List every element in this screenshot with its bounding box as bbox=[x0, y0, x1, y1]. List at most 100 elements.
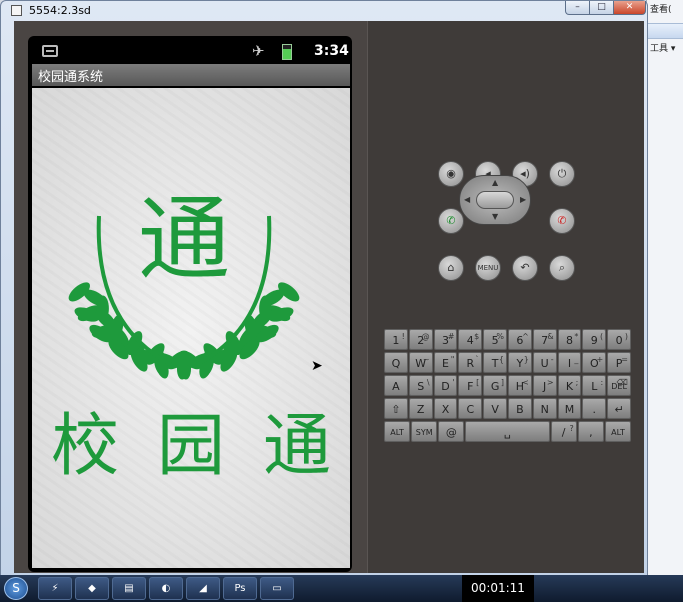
key[interactable]: Y} bbox=[507, 352, 532, 373]
key[interactable]: Q bbox=[384, 352, 408, 373]
taskbar-item[interactable]: ◆ bbox=[75, 577, 109, 600]
key[interactable]: R ` bbox=[458, 352, 483, 373]
window-icon bbox=[11, 5, 22, 16]
key[interactable]: H < bbox=[507, 375, 532, 396]
key[interactable]: J > bbox=[532, 375, 557, 396]
key[interactable]: I _ bbox=[557, 352, 582, 373]
dpad-right-icon[interactable]: ▶ bbox=[520, 195, 526, 204]
emulator-window: 5554:2.3sd – □ ✕ ✈ 3:34 校园通系统 通 校 园 通 ◉ … bbox=[0, 0, 648, 576]
key[interactable]: V bbox=[483, 398, 507, 419]
key[interactable]: 1! bbox=[384, 329, 408, 350]
key[interactable]: ⇧ bbox=[384, 398, 408, 419]
camera-icon[interactable]: ◉ bbox=[438, 161, 464, 187]
key[interactable]: 5% bbox=[483, 329, 507, 350]
airplane-icon: ✈ bbox=[252, 42, 265, 60]
key[interactable]: 3 # bbox=[433, 329, 458, 350]
key[interactable]: U- bbox=[532, 352, 557, 373]
key[interactable]: 9( bbox=[582, 329, 607, 350]
taskbar-item[interactable]: Ps bbox=[223, 577, 257, 600]
call-icon[interactable]: ✆ bbox=[438, 208, 464, 234]
close-button[interactable]: ✕ bbox=[613, 1, 646, 15]
status-bar: ✈ 3:34 bbox=[32, 40, 350, 64]
key[interactable]: 6 ^ bbox=[507, 329, 532, 350]
key[interactable]: Z bbox=[408, 398, 433, 419]
key[interactable]: T{ bbox=[483, 352, 507, 373]
splash-content[interactable]: 通 校 园 通 bbox=[32, 88, 350, 568]
taskbar-item[interactable]: ◢ bbox=[186, 577, 220, 600]
emulator-client: ✈ 3:34 校园通系统 通 校 园 通 bbox=[14, 21, 644, 573]
key[interactable]: DEL ⌫ bbox=[607, 375, 631, 396]
key[interactable]: ␣ bbox=[465, 421, 550, 442]
key[interactable]: 0) bbox=[607, 329, 631, 350]
key[interactable]: , bbox=[577, 421, 604, 442]
key[interactable]: 8 * bbox=[557, 329, 582, 350]
recording-timer: 00:01:11 bbox=[462, 575, 534, 602]
key[interactable]: . bbox=[582, 398, 607, 419]
search-icon[interactable]: ⌕ bbox=[549, 255, 575, 281]
key[interactable]: ALT bbox=[604, 421, 632, 442]
key[interactable]: ALT bbox=[384, 421, 411, 442]
key[interactable]: O + bbox=[582, 352, 607, 373]
key[interactable]: E " bbox=[433, 352, 458, 373]
key[interactable]: /? bbox=[550, 421, 577, 442]
dpad[interactable]: ▲ ▼ ◀ ▶ bbox=[459, 175, 531, 225]
key[interactable]: 7 & bbox=[532, 329, 557, 350]
keyboard-row: 1! 2 @3 #4 $5% 6 ^ 7 & 8 * 9(0) bbox=[384, 329, 631, 350]
laurel-logo: 通 bbox=[68, 186, 300, 380]
background-menu-view[interactable]: 查看( bbox=[647, 0, 683, 17]
hardware-keyboard: 1! 2 @3 #4 $5% 6 ^ 7 & 8 * 9(0) Q W ~ E " R ` T{Y} U - I _ O + P = A… bbox=[384, 329, 632, 444]
taskbar-item[interactable]: ▤ bbox=[112, 577, 146, 600]
key[interactable]: F[ bbox=[458, 375, 483, 396]
window-title: 5554:2.3sd bbox=[29, 4, 91, 17]
key[interactable]: L: bbox=[582, 375, 607, 396]
keyboard-row: ⇧ Z X C V B N M. ↵ bbox=[384, 398, 631, 419]
key[interactable]: @ bbox=[438, 421, 465, 442]
key[interactable]: S \ bbox=[408, 375, 433, 396]
key[interactable]: ↵ bbox=[607, 398, 631, 419]
background-window-right: 查看( 工具 ▾ bbox=[646, 0, 683, 575]
key[interactable]: M bbox=[557, 398, 582, 419]
back-icon[interactable]: ↶ bbox=[512, 255, 538, 281]
key[interactable]: G] bbox=[483, 375, 507, 396]
dpad-down-icon[interactable]: ▼ bbox=[492, 212, 498, 221]
key[interactable]: X bbox=[433, 398, 458, 419]
keyboard-row: ALT SYM @ ␣ /?, ALT bbox=[384, 421, 632, 442]
background-toolbar-band bbox=[647, 23, 683, 39]
key[interactable]: 4 $ bbox=[458, 329, 483, 350]
logo-char: 通 bbox=[138, 186, 230, 293]
key[interactable]: A bbox=[384, 375, 408, 396]
home-icon[interactable]: ⌂ bbox=[438, 255, 464, 281]
notification-icon bbox=[42, 45, 58, 57]
battery-icon bbox=[282, 44, 292, 60]
big-char-3: 通 bbox=[262, 407, 331, 486]
taskbar-item[interactable]: ⚡ bbox=[38, 577, 72, 600]
taskbar-item[interactable]: ▭ bbox=[260, 577, 294, 600]
key[interactable]: C bbox=[458, 398, 483, 419]
keyboard-row: A S \ D ' F[G] H < J > K; L: DEL ⌫ bbox=[384, 375, 631, 396]
key[interactable]: W ~ bbox=[408, 352, 433, 373]
key[interactable]: SYM bbox=[411, 421, 438, 442]
maximize-button[interactable]: □ bbox=[589, 1, 614, 15]
dpad-up-icon[interactable]: ▲ bbox=[492, 178, 498, 187]
end-call-icon[interactable]: ✆ bbox=[549, 208, 575, 234]
dpad-center[interactable] bbox=[476, 191, 514, 209]
key[interactable]: B bbox=[507, 398, 532, 419]
minimize-button[interactable]: – bbox=[565, 1, 590, 15]
power-icon[interactable]: ⏻ bbox=[549, 161, 575, 187]
menu-button[interactable]: MENU bbox=[475, 255, 501, 281]
start-button[interactable]: S bbox=[4, 577, 28, 600]
key[interactable]: D ' bbox=[433, 375, 458, 396]
emulator-skin-panel bbox=[367, 21, 644, 573]
key[interactable]: N bbox=[532, 398, 557, 419]
dpad-left-icon[interactable]: ◀ bbox=[464, 195, 470, 204]
key[interactable]: K; bbox=[557, 375, 582, 396]
phone-screen: ✈ 3:34 校园通系统 通 校 园 通 bbox=[28, 36, 352, 572]
key[interactable]: 2 @ bbox=[408, 329, 433, 350]
key[interactable]: P = bbox=[607, 352, 631, 373]
background-menu-tools[interactable]: 工具 ▾ bbox=[647, 39, 683, 56]
app-title: 校园通系统 bbox=[32, 64, 350, 86]
taskbar: S ⚡ ◆ ▤ ◐ ◢ Ps ▭ bbox=[0, 575, 683, 602]
big-title: 校 园 通 bbox=[32, 390, 350, 489]
taskbar-item[interactable]: ◐ bbox=[149, 577, 183, 600]
title-bar[interactable]: 5554:2.3sd – □ ✕ bbox=[1, 1, 647, 21]
